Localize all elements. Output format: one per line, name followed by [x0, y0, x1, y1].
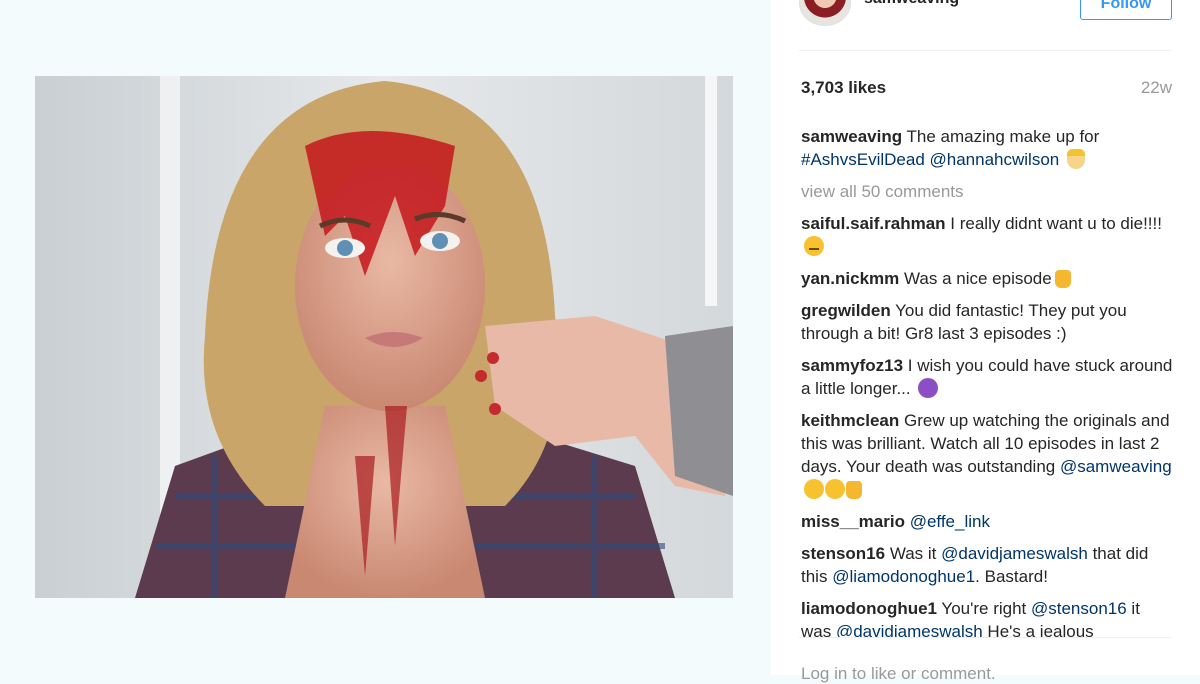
comment-text: I really didnt want u to die!!!! [945, 214, 1162, 233]
view-all-comments-link[interactable]: view all 50 comments [801, 180, 1173, 203]
list-item: gregwilden You did fantastic! They put y… [801, 299, 1173, 345]
comments-divider [799, 637, 1171, 638]
photo-area [0, 0, 771, 675]
comment-username[interactable]: yan.nickmm [801, 269, 899, 288]
likes-count[interactable]: 3,703 likes [801, 78, 886, 98]
thumbs-up-emoji-icon [1054, 270, 1071, 288]
comment-mention[interactable]: @stenson16 [1031, 599, 1127, 618]
princess-emoji-icon [1066, 149, 1085, 169]
comment-mention[interactable]: @liamodonoghue1 [832, 567, 975, 586]
list-item: miss__mario @effe_link [801, 510, 1173, 533]
comment-username[interactable]: stenson16 [801, 544, 885, 563]
list-item: sammyfoz13 I wish you could have stuck a… [801, 354, 1173, 400]
login-prompt[interactable]: Log in to like or comment. [801, 664, 996, 684]
header-username[interactable]: samweaving [864, 0, 959, 8]
comment-username[interactable]: sammyfoz13 [801, 356, 903, 375]
caption-hashtag[interactable]: #AshvsEvilDead [801, 150, 925, 169]
comment-text: You're right [937, 599, 1031, 618]
thumbs-up-emoji-icon [846, 481, 862, 499]
joy-emoji-icon [804, 479, 824, 499]
post-photo[interactable] [35, 76, 733, 598]
list-item: liamodonoghue1 You're right @stenson16 i… [801, 597, 1173, 637]
post-age[interactable]: 22w [1141, 78, 1172, 98]
list-item: yan.nickmm Was a nice episode [801, 267, 1173, 290]
comment-mention[interactable]: @davidjameswalsh [941, 544, 1088, 563]
comments-list: samweaving The amazing make up for #Ashv… [801, 125, 1173, 637]
avatar[interactable] [799, 0, 851, 26]
expressionless-emoji-icon [804, 236, 824, 256]
comment-username[interactable]: gregwilden [801, 301, 891, 320]
comment-username[interactable]: keithmclean [801, 411, 899, 430]
devil-emoji-icon [918, 378, 939, 398]
caption: samweaving The amazing make up for #Ashv… [801, 125, 1173, 171]
list-item: stenson16 Was it @davidjameswalsh that d… [801, 542, 1173, 588]
comment-text: Was a nice episode [899, 269, 1052, 288]
list-item: saiful.saif.rahman I really didnt want u… [801, 212, 1173, 258]
post-header: samweaving Follow [771, 0, 1200, 50]
comment-username[interactable]: miss__mario [801, 512, 905, 531]
comment-text: He's a jealous [982, 622, 1094, 637]
caption-username[interactable]: samweaving [801, 127, 902, 146]
post-details-panel: samweaving Follow 3,703 likes 22w samwea… [771, 0, 1200, 683]
follow-button[interactable]: Follow [1080, 0, 1172, 20]
comment-username[interactable]: saiful.saif.rahman [801, 214, 946, 233]
comment-text: . Bastard! [975, 567, 1048, 586]
caption-mention[interactable]: @hannahcwilson [930, 150, 1060, 169]
comment-text: Was it [885, 544, 942, 563]
header-divider [799, 50, 1171, 51]
joy-emoji-icon [825, 479, 845, 499]
caption-text: The amazing make up for [902, 127, 1100, 146]
comment-username[interactable]: liamodonoghue1 [801, 599, 937, 618]
comment-mention[interactable]: @davidjameswalsh [836, 622, 983, 637]
photo-illustration [35, 76, 733, 598]
comment-mention[interactable]: @effe_link [910, 512, 990, 531]
comment-mention[interactable]: @samweaving [1060, 457, 1172, 476]
list-item: keithmclean Grew up watching the origina… [801, 409, 1173, 501]
